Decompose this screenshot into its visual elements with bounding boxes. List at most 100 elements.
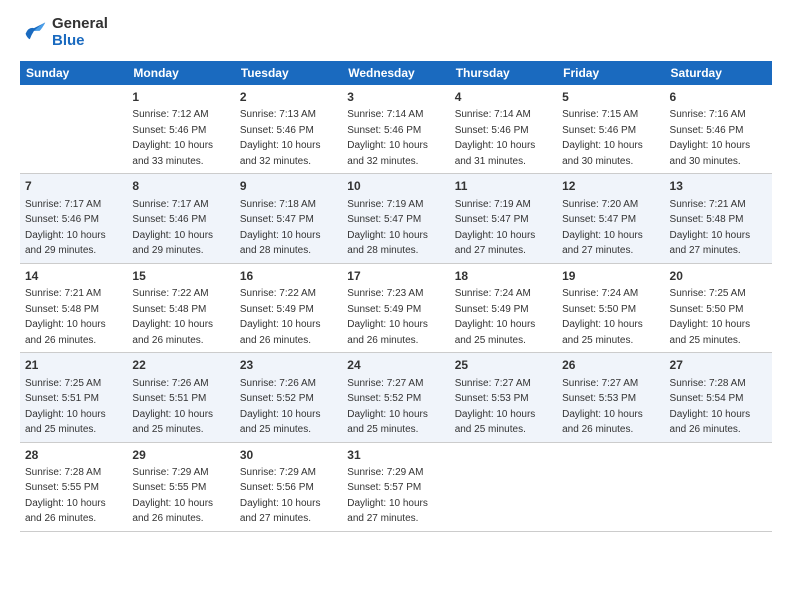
day-number: 8 (132, 178, 229, 195)
day-number: 23 (240, 357, 337, 374)
calendar-cell: 5 Sunrise: 7:15 AMSunset: 5:46 PMDaylight… (557, 85, 664, 174)
day-number: 20 (670, 268, 767, 285)
col-thursday: Thursday (450, 61, 557, 85)
day-number: 19 (562, 268, 659, 285)
day-number: 27 (670, 357, 767, 374)
day-number: 24 (347, 357, 444, 374)
day-number: 14 (25, 268, 122, 285)
cell-detail: Sunrise: 7:19 AMSunset: 5:47 PMDaylight:… (347, 199, 428, 257)
cell-detail: Sunrise: 7:29 AMSunset: 5:56 PMDaylight:… (240, 467, 321, 525)
calendar-cell: 13Sunrise: 7:21 AMSunset: 5:48 PMDayligh… (665, 174, 772, 263)
cell-detail: Sunrise: 7:18 AMSunset: 5:47 PMDaylight:… (240, 199, 321, 257)
cell-detail: Sunrise: 7:14 AMSunset: 5:46 PMDaylight:… (455, 109, 536, 167)
calendar-cell: 28 Sunrise: 7:28 AMSunset: 5:55 PMDayligh… (20, 442, 127, 531)
calendar-cell (450, 442, 557, 531)
calendar-cell (557, 442, 664, 531)
day-number: 3 (347, 89, 444, 106)
calendar-table: Sunday Monday Tuesday Wednesday Thursday… (20, 61, 772, 532)
cell-detail: Sunrise: 7:22 AMSunset: 5:49 PMDaylight:… (240, 288, 321, 346)
calendar-cell: 27Sunrise: 7:28 AMSunset: 5:54 PMDayligh… (665, 353, 772, 442)
calendar-cell: 12Sunrise: 7:20 AMSunset: 5:47 PMDayligh… (557, 174, 664, 263)
day-number: 1 (132, 89, 229, 106)
calendar-week-row: 1 Sunrise: 7:12 AMSunset: 5:46 PMDaylight… (20, 85, 772, 174)
calendar-cell: 25Sunrise: 7:27 AMSunset: 5:53 PMDayligh… (450, 353, 557, 442)
col-monday: Monday (127, 61, 234, 85)
cell-detail: Sunrise: 7:27 AMSunset: 5:53 PMDaylight:… (455, 378, 536, 436)
calendar-cell: 21 Sunrise: 7:25 AMSunset: 5:51 PMDayligh… (20, 353, 127, 442)
calendar-cell: 18 Sunrise: 7:24 AMSunset: 5:49 PMDayligh… (450, 263, 557, 352)
cell-detail: Sunrise: 7:12 AMSunset: 5:46 PMDaylight:… (132, 109, 213, 167)
day-number: 17 (347, 268, 444, 285)
logo-icon (20, 21, 48, 45)
cell-detail: Sunrise: 7:26 AMSunset: 5:52 PMDaylight:… (240, 378, 321, 436)
calendar-cell: 26 Sunrise: 7:27 AMSunset: 5:53 PMDayligh… (557, 353, 664, 442)
cell-detail: Sunrise: 7:14 AMSunset: 5:46 PMDaylight:… (347, 109, 428, 167)
calendar-cell: 31 Sunrise: 7:29 AMSunset: 5:57 PMDayligh… (342, 442, 449, 531)
day-number: 18 (455, 268, 552, 285)
calendar-week-row: 7 Sunrise: 7:17 AMSunset: 5:46 PMDaylight… (20, 174, 772, 263)
calendar-week-row: 14 Sunrise: 7:21 AMSunset: 5:48 PMDayligh… (20, 263, 772, 352)
calendar-cell: 22 Sunrise: 7:26 AMSunset: 5:51 PMDayligh… (127, 353, 234, 442)
day-number: 6 (670, 89, 767, 106)
day-number: 2 (240, 89, 337, 106)
cell-detail: Sunrise: 7:29 AMSunset: 5:55 PMDaylight:… (132, 467, 213, 525)
calendar-cell: 1 Sunrise: 7:12 AMSunset: 5:46 PMDaylight… (127, 85, 234, 174)
calendar-cell: 17 Sunrise: 7:23 AMSunset: 5:49 PMDayligh… (342, 263, 449, 352)
calendar-header-row: Sunday Monday Tuesday Wednesday Thursday… (20, 61, 772, 85)
cell-detail: Sunrise: 7:27 AMSunset: 5:53 PMDaylight:… (562, 378, 643, 436)
calendar-cell: 20Sunrise: 7:25 AMSunset: 5:50 PMDayligh… (665, 263, 772, 352)
cell-detail: Sunrise: 7:21 AMSunset: 5:48 PMDaylight:… (25, 288, 106, 346)
calendar-cell: 30 Sunrise: 7:29 AMSunset: 5:56 PMDayligh… (235, 442, 342, 531)
day-number: 9 (240, 178, 337, 195)
day-number: 29 (132, 447, 229, 464)
day-number: 16 (240, 268, 337, 285)
day-number: 5 (562, 89, 659, 106)
cell-detail: Sunrise: 7:17 AMSunset: 5:46 PMDaylight:… (25, 199, 106, 257)
calendar-cell: 16 Sunrise: 7:22 AMSunset: 5:49 PMDayligh… (235, 263, 342, 352)
calendar-cell: 7 Sunrise: 7:17 AMSunset: 5:46 PMDaylight… (20, 174, 127, 263)
calendar-cell (20, 85, 127, 174)
cell-detail: Sunrise: 7:19 AMSunset: 5:47 PMDaylight:… (455, 199, 536, 257)
calendar-week-row: 21 Sunrise: 7:25 AMSunset: 5:51 PMDayligh… (20, 353, 772, 442)
logo-general: General (52, 15, 108, 32)
calendar-cell: 23 Sunrise: 7:26 AMSunset: 5:52 PMDayligh… (235, 353, 342, 442)
cell-detail: Sunrise: 7:29 AMSunset: 5:57 PMDaylight:… (347, 467, 428, 525)
day-number: 26 (562, 357, 659, 374)
calendar-cell: 9 Sunrise: 7:18 AMSunset: 5:47 PMDaylight… (235, 174, 342, 263)
page-header: General Blue (20, 16, 772, 49)
calendar-cell (665, 442, 772, 531)
day-number: 28 (25, 447, 122, 464)
col-wednesday: Wednesday (342, 61, 449, 85)
calendar-cell: 15Sunrise: 7:22 AMSunset: 5:48 PMDayligh… (127, 263, 234, 352)
day-number: 30 (240, 447, 337, 464)
col-friday: Friday (557, 61, 664, 85)
day-number: 12 (562, 178, 659, 195)
calendar-cell: 29 Sunrise: 7:29 AMSunset: 5:55 PMDayligh… (127, 442, 234, 531)
cell-detail: Sunrise: 7:17 AMSunset: 5:46 PMDaylight:… (132, 199, 213, 257)
calendar-cell: 3 Sunrise: 7:14 AMSunset: 5:46 PMDaylight… (342, 85, 449, 174)
calendar-cell: 19Sunrise: 7:24 AMSunset: 5:50 PMDayligh… (557, 263, 664, 352)
calendar-cell: 24Sunrise: 7:27 AMSunset: 5:52 PMDayligh… (342, 353, 449, 442)
cell-detail: Sunrise: 7:25 AMSunset: 5:51 PMDaylight:… (25, 378, 106, 436)
day-number: 22 (132, 357, 229, 374)
calendar-cell: 11 Sunrise: 7:19 AMSunset: 5:47 PMDayligh… (450, 174, 557, 263)
cell-detail: Sunrise: 7:15 AMSunset: 5:46 PMDaylight:… (562, 109, 643, 167)
calendar-cell: 14 Sunrise: 7:21 AMSunset: 5:48 PMDayligh… (20, 263, 127, 352)
day-number: 10 (347, 178, 444, 195)
cell-detail: Sunrise: 7:28 AMSunset: 5:55 PMDaylight:… (25, 467, 106, 525)
cell-detail: Sunrise: 7:16 AMSunset: 5:46 PMDaylight:… (670, 109, 751, 167)
calendar-cell: 8 Sunrise: 7:17 AMSunset: 5:46 PMDaylight… (127, 174, 234, 263)
cell-detail: Sunrise: 7:23 AMSunset: 5:49 PMDaylight:… (347, 288, 428, 346)
day-number: 11 (455, 178, 552, 195)
cell-detail: Sunrise: 7:26 AMSunset: 5:51 PMDaylight:… (132, 378, 213, 436)
day-number: 31 (347, 447, 444, 464)
cell-detail: Sunrise: 7:13 AMSunset: 5:46 PMDaylight:… (240, 109, 321, 167)
calendar-cell: 4 Sunrise: 7:14 AMSunset: 5:46 PMDaylight… (450, 85, 557, 174)
day-number: 4 (455, 89, 552, 106)
calendar-cell: 6 Sunrise: 7:16 AMSunset: 5:46 PMDaylight… (665, 85, 772, 174)
day-number: 7 (25, 178, 122, 195)
cell-detail: Sunrise: 7:24 AMSunset: 5:49 PMDaylight:… (455, 288, 536, 346)
day-number: 21 (25, 357, 122, 374)
cell-detail: Sunrise: 7:21 AMSunset: 5:48 PMDaylight:… (670, 199, 751, 257)
calendar-week-row: 28 Sunrise: 7:28 AMSunset: 5:55 PMDayligh… (20, 442, 772, 531)
